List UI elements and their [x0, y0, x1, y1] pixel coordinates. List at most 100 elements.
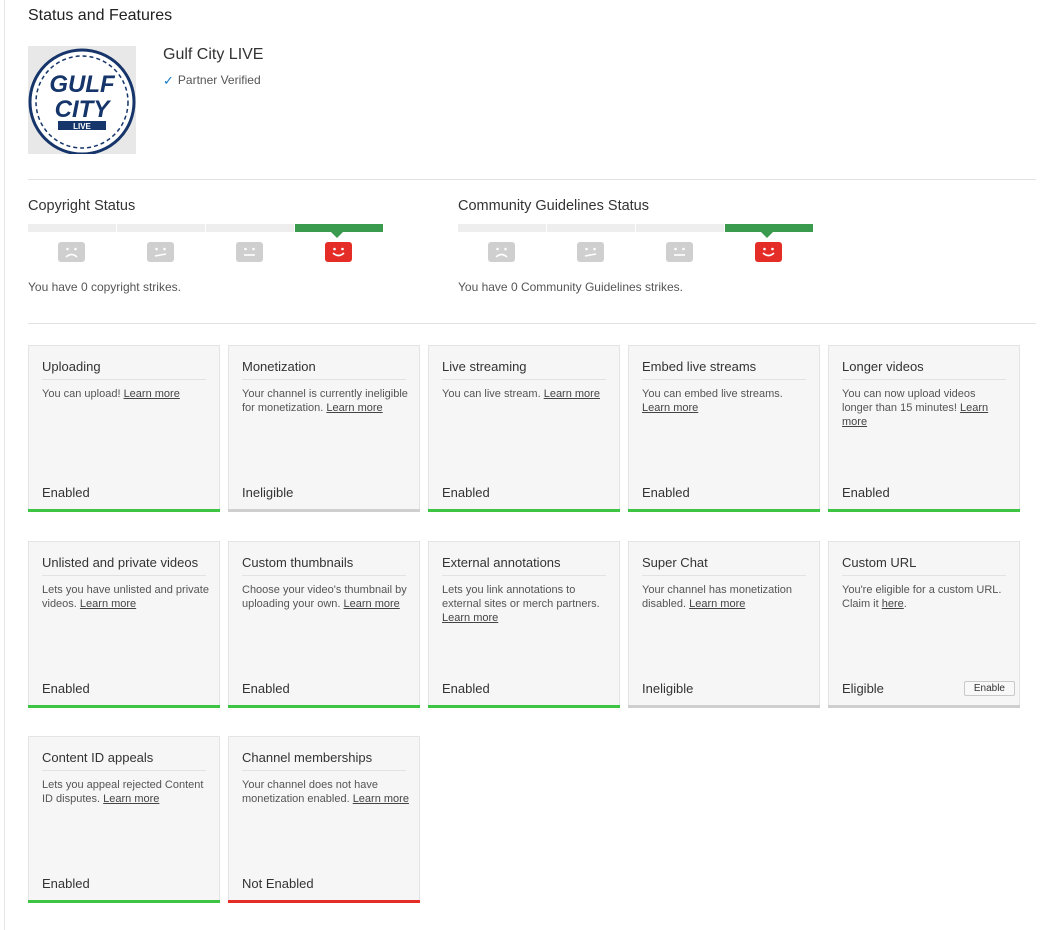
- feature-title: Super Chat: [642, 555, 708, 570]
- feature-card: Custom thumbnails Choose your video's thu…: [228, 541, 420, 708]
- feature-status-bar: [28, 900, 220, 903]
- feature-title: Longer videos: [842, 359, 924, 374]
- strike-level-segment: [206, 224, 294, 232]
- learn-more-link[interactable]: Learn more: [80, 598, 136, 610]
- svg-text:CITY: CITY: [55, 96, 112, 123]
- feature-status: Enabled: [442, 485, 490, 500]
- unsure-face-icon: [147, 242, 174, 262]
- feature-card: External annotations Lets you link annota…: [428, 541, 620, 708]
- copyright-status-title: Copyright Status: [28, 198, 136, 214]
- feature-title: Embed live streams: [642, 359, 757, 374]
- feature-status-bar: [428, 509, 620, 512]
- learn-more-link[interactable]: Learn more: [344, 598, 400, 610]
- feature-title: Custom URL: [842, 555, 917, 570]
- feature-status-bar: [28, 705, 220, 708]
- feature-card: Content ID appeals Lets you appeal reject…: [28, 736, 220, 903]
- feature-card: Channel memberships Your channel does not…: [228, 736, 420, 903]
- feature-divider: [642, 379, 806, 380]
- feature-status-bar: [428, 705, 620, 708]
- feature-description: You can upload! Learn more: [42, 388, 180, 400]
- feature-status: Ineligible: [242, 485, 294, 500]
- feature-status-bar: [628, 705, 820, 708]
- feature-title: Live streaming: [442, 359, 527, 374]
- feature-divider: [42, 379, 206, 380]
- feature-card: Embed live streams You can embed live str…: [628, 345, 820, 512]
- enable-button[interactable]: Enable: [963, 681, 1015, 696]
- feature-status-bar: [28, 509, 220, 512]
- feature-title: Custom thumbnails: [242, 555, 354, 570]
- feature-status: Enabled: [42, 876, 90, 891]
- feature-divider: [42, 770, 206, 771]
- feature-description: Lets you appeal rejected Content ID disp…: [42, 779, 204, 805]
- feature-status-bar: [628, 509, 820, 512]
- feature-status-bar: [828, 509, 1020, 512]
- feature-status: Enabled: [42, 485, 90, 500]
- feature-status: Enabled: [642, 485, 690, 500]
- feature-status: Enabled: [242, 681, 290, 696]
- channel-name: Gulf City LIVE: [163, 46, 264, 63]
- feature-status-bar: [228, 900, 420, 903]
- feature-description: Your channel does not have monetization …: [242, 779, 409, 805]
- feature-divider: [642, 575, 806, 576]
- page-title: Status and Features: [28, 7, 173, 24]
- divider: [28, 323, 1036, 324]
- feature-card: Unlisted and private videos Lets you have…: [28, 541, 220, 708]
- feature-description: Lets you have unlisted and private video…: [42, 584, 209, 610]
- happy-face-icon: [325, 242, 352, 262]
- feature-status: Enabled: [842, 485, 890, 500]
- neutral-face-icon: [666, 242, 693, 262]
- feature-description: Your channel has monetization disabled. …: [642, 584, 793, 610]
- learn-more-link[interactable]: Learn more: [326, 402, 382, 414]
- feature-title: External annotations: [442, 555, 561, 570]
- sad-face-icon: [488, 242, 515, 262]
- strike-level-segment: [725, 224, 813, 238]
- sad-face-icon: [58, 242, 85, 262]
- feature-divider: [442, 575, 606, 576]
- copyright-status: Copyright Status You have 0 copyright st…: [28, 198, 388, 294]
- unsure-face-icon: [577, 242, 604, 262]
- feature-description: Lets you link annotations to external si…: [442, 584, 600, 624]
- community-status-title: Community Guidelines Status: [458, 198, 649, 214]
- left-divider: [4, 0, 5, 930]
- learn-more-link[interactable]: Learn more: [103, 793, 159, 805]
- feature-card: Longer videos You can now upload videos l…: [828, 345, 1020, 512]
- neutral-face-icon: [236, 242, 263, 262]
- feature-description: You can now upload videos longer than 15…: [842, 388, 989, 428]
- feature-title: Unlisted and private videos: [42, 555, 199, 570]
- learn-more-link[interactable]: Learn more: [442, 612, 498, 624]
- feature-card: Monetization Your channel is currently in…: [228, 345, 420, 512]
- strike-level-segment: [28, 224, 116, 232]
- copyright-strike-meter: [28, 224, 388, 264]
- learn-more-link[interactable]: Learn more: [842, 402, 988, 428]
- copyright-strikes-text: You have 0 copyright strikes.: [28, 280, 181, 294]
- feature-card: Live streaming You can live stream. Learn…: [428, 345, 620, 512]
- feature-status-bar: [828, 705, 1020, 708]
- learn-more-link[interactable]: Learn more: [642, 402, 698, 414]
- feature-title: Content ID appeals: [42, 750, 154, 765]
- learn-more-link[interactable]: Learn more: [544, 388, 600, 400]
- strike-level-segment: [117, 224, 205, 232]
- svg-text:GULF: GULF: [49, 71, 116, 98]
- community-guidelines-status: Community Guidelines Status You have 0 C…: [458, 198, 818, 294]
- feature-status: Not Enabled: [242, 876, 314, 891]
- checkmark-icon: ✓: [163, 72, 174, 88]
- learn-more-link[interactable]: Learn more: [353, 793, 409, 805]
- learn-more-link[interactable]: Learn more: [689, 598, 745, 610]
- feature-card: Uploading You can upload! Learn more Enabl…: [28, 345, 220, 512]
- feature-description: Choose your video's thumbnail by uploadi…: [242, 584, 407, 610]
- feature-status: Enabled: [442, 681, 490, 696]
- feature-description: Your channel is currently ineligible for…: [242, 388, 408, 414]
- feature-title: Channel memberships: [242, 750, 373, 765]
- feature-divider: [442, 379, 606, 380]
- feature-card: Custom URL You're eligible for a custom U…: [828, 541, 1020, 708]
- learn-more-link[interactable]: here: [882, 598, 904, 610]
- feature-card: Super Chat Your channel has monetization …: [628, 541, 820, 708]
- learn-more-link[interactable]: Learn more: [124, 388, 180, 400]
- feature-title: Uploading: [42, 359, 101, 374]
- divider: [28, 179, 1036, 180]
- happy-face-icon: [755, 242, 782, 262]
- feature-divider: [42, 575, 206, 576]
- feature-status: Ineligible: [642, 681, 694, 696]
- feature-divider: [842, 379, 1006, 380]
- feature-status: Eligible: [842, 681, 884, 696]
